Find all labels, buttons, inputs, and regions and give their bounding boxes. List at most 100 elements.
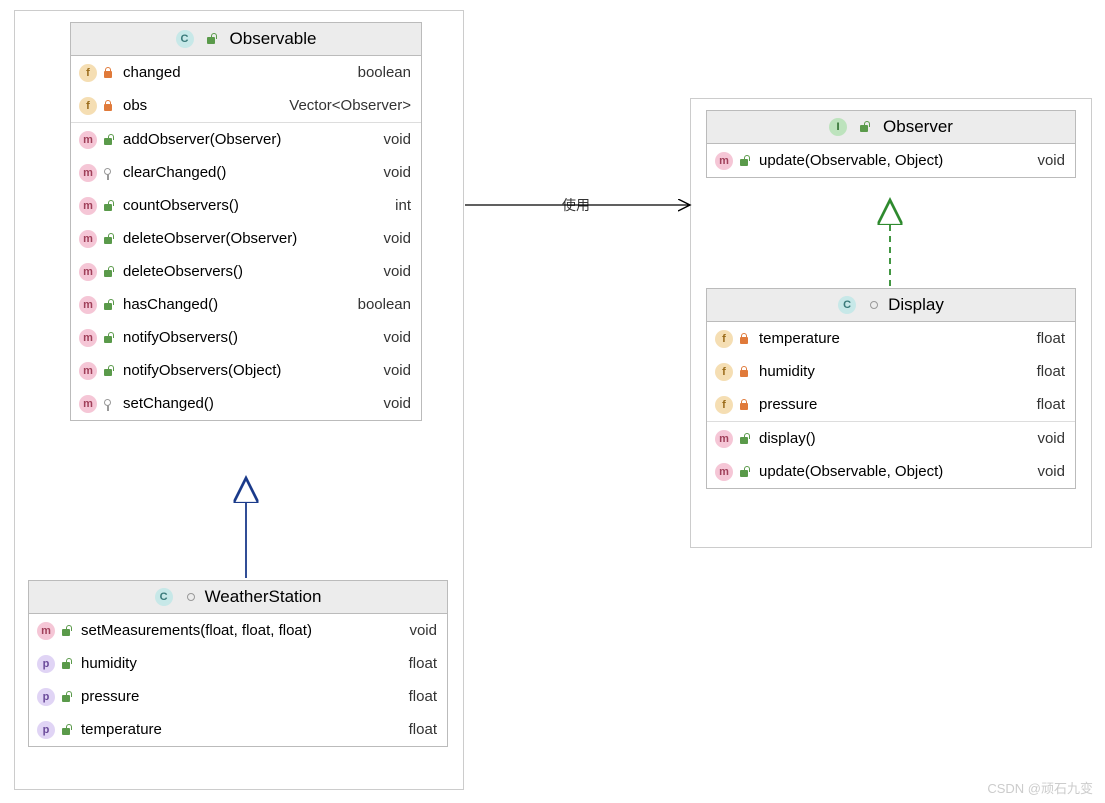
member-name: humidity [757, 363, 1029, 380]
member-row: m setChanged()void [71, 387, 421, 420]
member-type: float [401, 688, 437, 705]
class-name-label: WeatherStation [205, 587, 322, 607]
class-name-label: Observable [230, 29, 317, 49]
field-icon: f [715, 396, 733, 414]
member-row: msetMeasurements(float, float, float)voi… [29, 614, 447, 647]
method-icon: m [715, 152, 733, 170]
class-title: C WeatherStation [29, 581, 447, 614]
member-row: ppressurefloat [29, 680, 447, 713]
method-icon: m [715, 430, 733, 448]
member-row: fobsVector<Observer> [71, 89, 421, 122]
lock-icon [101, 99, 115, 113]
member-type: float [401, 721, 437, 738]
class-name-label: Display [888, 295, 944, 315]
member-name: deleteObservers() [121, 263, 375, 280]
method-icon: m [79, 197, 97, 215]
member-type: void [375, 164, 411, 181]
method-icon: m [79, 131, 97, 149]
fields-section: fchangedbooleanfobsVector<Observer> [71, 56, 421, 123]
member-name: setChanged() [121, 395, 375, 412]
open-lock-icon [101, 265, 115, 279]
class-weatherstation: C WeatherStation msetMeasurements(float,… [28, 580, 448, 747]
method-icon: m [715, 463, 733, 481]
member-type: void [401, 622, 437, 639]
class-icon: C [155, 588, 173, 606]
member-name: display() [757, 430, 1029, 447]
member-name: notifyObservers(Object) [121, 362, 375, 379]
member-row: m addObserver(Observer)void [71, 123, 421, 156]
open-lock-icon [59, 624, 73, 638]
member-type: void [1029, 463, 1065, 480]
member-name: changed [121, 64, 350, 81]
member-name: update(Observable, Object) [757, 463, 1029, 480]
methods-section: m display()void m update(Observable, Object… [707, 422, 1075, 488]
member-row: m update(Observable, Object)void [707, 455, 1075, 488]
class-title: I Observer [707, 111, 1075, 144]
circle-icon [870, 301, 878, 309]
field-icon: f [715, 330, 733, 348]
field-icon: f [79, 97, 97, 115]
member-row: mcountObservers()int [71, 189, 421, 222]
member-name: pressure [79, 688, 401, 705]
member-type: float [1029, 363, 1065, 380]
member-row: mnotifyObservers(Object)void [71, 354, 421, 387]
class-observable: C Observable fchangedbooleanfobsVector<O… [70, 22, 422, 421]
member-row: m update(Observable, Object)void [707, 144, 1075, 177]
member-type: void [375, 395, 411, 412]
member-type: void [375, 131, 411, 148]
method-icon: m [79, 296, 97, 314]
method-icon: m [79, 230, 97, 248]
member-row: mdeleteObservers()void [71, 255, 421, 288]
circle-icon [187, 593, 195, 601]
method-icon: m [79, 329, 97, 347]
member-type: int [387, 197, 411, 214]
member-name: notifyObservers() [121, 329, 375, 346]
member-name: deleteObserver(Observer) [121, 230, 375, 247]
class-name-label: Observer [883, 117, 953, 137]
member-row: mclearChanged()void [71, 156, 421, 189]
lock-icon [737, 365, 751, 379]
open-lock-icon [101, 199, 115, 213]
open-lock-icon [204, 32, 218, 46]
member-type: float [401, 655, 437, 672]
open-lock-icon [737, 432, 751, 446]
watermark: CSDN @顽石九变 [987, 778, 1093, 797]
member-row: fhumidityfloat [707, 355, 1075, 388]
member-name: obs [121, 97, 281, 114]
member-row: phumidityfloat [29, 647, 447, 680]
open-lock-icon [101, 298, 115, 312]
member-type: boolean [350, 296, 411, 313]
member-name: addObserver(Observer) [121, 131, 375, 148]
method-icon: m [79, 395, 97, 413]
member-type: boolean [350, 64, 411, 81]
fields-section: ftemperaturefloatfhumidityfloatfpressure… [707, 322, 1075, 422]
open-lock-icon [737, 154, 751, 168]
member-row: m display()void [707, 422, 1075, 455]
member-name: setMeasurements(float, float, float) [79, 622, 401, 639]
member-name: temperature [757, 330, 1029, 347]
uses-label: 使用 [560, 195, 592, 215]
method-icon: m [79, 263, 97, 281]
member-name: hasChanged() [121, 296, 350, 313]
member-type: void [375, 230, 411, 247]
members-section: msetMeasurements(float, float, float)voi… [29, 614, 447, 746]
member-row: f pressurefloat [707, 388, 1075, 421]
method-icon: m [79, 362, 97, 380]
member-type: float [1029, 330, 1065, 347]
member-type: void [1029, 152, 1065, 169]
open-lock-icon [59, 723, 73, 737]
class-display: C Display ftemperaturefloatfhumidityfloa… [706, 288, 1076, 489]
open-lock-icon [101, 364, 115, 378]
member-type: void [375, 329, 411, 346]
member-name: pressure [757, 396, 1029, 413]
member-name: update(Observable, Object) [757, 152, 1029, 169]
member-row: f temperaturefloat [707, 322, 1075, 355]
open-lock-icon [857, 120, 871, 134]
lock-icon [737, 332, 751, 346]
class-title: C Observable [71, 23, 421, 56]
member-type: void [1029, 430, 1065, 447]
members-section: m update(Observable, Object)void [707, 144, 1075, 177]
property-icon: p [37, 655, 55, 673]
class-icon: C [838, 296, 856, 314]
member-type: float [1029, 396, 1065, 413]
